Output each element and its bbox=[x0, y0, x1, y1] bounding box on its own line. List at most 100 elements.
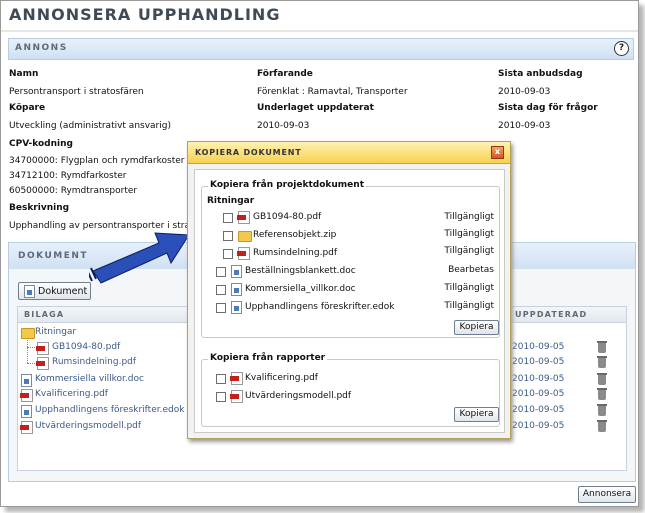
row-name[interactable]: Upphandlingens föreskrifter.edok bbox=[35, 405, 184, 415]
row-date: 2010-09-05 bbox=[512, 342, 565, 352]
item-status: Tillgängligt bbox=[444, 301, 494, 311]
doc-icon bbox=[21, 405, 32, 418]
field-label-underlaget: Underlaget uppdaterat bbox=[257, 103, 374, 113]
row-name[interactable]: Utvärderingsmodell.pdf bbox=[35, 421, 141, 431]
dialog-title: KOPIERA DOKUMENT bbox=[195, 148, 302, 157]
item-checkbox[interactable] bbox=[216, 285, 226, 295]
field-value-underlaget: 2010-09-03 bbox=[257, 121, 310, 131]
field-label-sista-fragor: Sista dag för frågor bbox=[498, 103, 598, 113]
pdf-icon bbox=[20, 389, 33, 402]
dokument-button[interactable]: Dokument bbox=[18, 282, 91, 300]
item-status: Tillgängligt bbox=[444, 212, 494, 222]
pdf-icon bbox=[230, 372, 243, 385]
group-legend: Kopiera från rapporter bbox=[208, 353, 328, 363]
title-divider bbox=[1, 30, 638, 32]
zip-icon bbox=[238, 231, 252, 242]
doc-icon bbox=[231, 265, 242, 278]
item-status: Tillgängligt bbox=[444, 246, 494, 256]
row-name[interactable]: GB1094-80.pdf bbox=[52, 342, 120, 352]
pdf-icon bbox=[237, 211, 250, 224]
row-name[interactable]: Kvalificering.pdf bbox=[35, 389, 108, 399]
dialog-title-bar[interactable]: KOPIERA DOKUMENT x bbox=[188, 142, 510, 164]
trash-icon[interactable] bbox=[597, 373, 607, 385]
close-icon[interactable]: x bbox=[491, 146, 504, 159]
item-name: Kommersiella_villkor.doc bbox=[245, 284, 356, 294]
item-name: GB1094-80.pdf bbox=[253, 212, 322, 222]
trash-icon[interactable] bbox=[597, 388, 607, 400]
tree-connector bbox=[27, 363, 35, 364]
field-value-kopare: Utveckling (administrativt ansvarig) bbox=[9, 121, 171, 131]
column-header-uppdaterad: UPPDATERAD bbox=[515, 310, 588, 319]
tree-connector bbox=[27, 347, 35, 348]
pdf-icon bbox=[20, 421, 33, 434]
item-name: Kvalificering.pdf bbox=[245, 373, 318, 383]
item-status: Bearbetas bbox=[448, 265, 494, 275]
annonsera-button[interactable]: Annonsera bbox=[578, 486, 636, 503]
description-label: Beskrivning bbox=[9, 203, 70, 213]
row-date: 2010-09-05 bbox=[512, 389, 565, 399]
trash-icon[interactable] bbox=[597, 420, 607, 432]
field-label-kopare: Köpare bbox=[9, 103, 46, 113]
kopiera-dokument-dialog: KOPIERA DOKUMENT x Kopiera från projektd… bbox=[187, 141, 511, 439]
row-date: 2010-09-05 bbox=[512, 421, 565, 431]
field-value-sista-fragor: 2010-09-03 bbox=[498, 121, 551, 131]
doc-icon bbox=[21, 374, 32, 387]
field-label-forfarande: Förfarande bbox=[257, 69, 313, 79]
dokument-section-title: DOKUMENT bbox=[18, 251, 89, 261]
item-status: Tillgängligt bbox=[444, 283, 494, 293]
folder-icon bbox=[21, 328, 35, 339]
cpv-label: CPV-kodning bbox=[9, 139, 73, 149]
item-name: Rumsindelning.pdf bbox=[253, 248, 338, 258]
help-icon[interactable]: ? bbox=[614, 41, 629, 56]
item-checkbox[interactable] bbox=[223, 213, 233, 223]
pdf-icon bbox=[230, 390, 243, 403]
arrow-icon bbox=[89, 232, 190, 284]
trash-icon[interactable] bbox=[597, 356, 607, 368]
item-checkbox[interactable] bbox=[216, 267, 226, 277]
rapporter-group: Kopiera från rapporter Kvalificering.pdf… bbox=[201, 353, 500, 427]
field-value-namn: Persontransport i stratosfären bbox=[9, 87, 144, 97]
kopiera-button[interactable]: Kopiera bbox=[454, 407, 499, 422]
item-status: Tillgängligt bbox=[444, 229, 494, 239]
row-date: 2010-09-05 bbox=[512, 374, 565, 384]
item-name: Upphandlingens föreskrifter.edok bbox=[245, 302, 395, 312]
projektdokument-group: Kopiera från projektdokument Ritningar G… bbox=[201, 180, 500, 338]
cpv-code: 60500000: Rymdtransporter bbox=[9, 186, 138, 196]
item-name: Utvärderingsmodell.pdf bbox=[245, 391, 352, 401]
row-date: 2010-09-05 bbox=[512, 405, 565, 415]
pdf-icon bbox=[36, 342, 49, 355]
trash-icon[interactable] bbox=[597, 341, 607, 353]
row-date: 2010-09-05 bbox=[512, 357, 565, 367]
item-name: Referensobjekt.zip bbox=[253, 230, 337, 240]
kopiera-button[interactable]: Kopiera bbox=[454, 320, 499, 335]
item-checkbox[interactable] bbox=[216, 392, 226, 402]
application-window: ANNONSERA UPPHANDLING ANNONS ? Namn Pers… bbox=[0, 0, 639, 507]
item-checkbox[interactable] bbox=[216, 374, 226, 384]
dialog-body: Kopiera från projektdokument Ritningar G… bbox=[194, 169, 505, 433]
item-checkbox[interactable] bbox=[223, 249, 233, 259]
row-name[interactable]: Ritningar bbox=[35, 327, 76, 337]
cpv-code: 34712100: Rymdfarkoster bbox=[9, 171, 127, 181]
field-value-forfarande: Förenklat : Ramavtal, Transporter bbox=[257, 87, 408, 97]
trash-icon[interactable] bbox=[597, 404, 607, 416]
row-name[interactable]: Kommersiella villkor.doc bbox=[35, 374, 144, 384]
annons-section-title: ANNONS bbox=[15, 43, 68, 53]
annons-section-header: ANNONS ? bbox=[8, 38, 634, 60]
document-icon bbox=[24, 285, 35, 298]
cpv-code: 34700000: Flygplan och rymdfarkoster bbox=[9, 156, 185, 166]
pdf-icon bbox=[237, 247, 250, 260]
dokument-button-label: Dokument bbox=[38, 286, 88, 297]
folder-label: Ritningar bbox=[207, 196, 255, 206]
item-checkbox[interactable] bbox=[216, 303, 226, 313]
item-name: Beställningsblankett.doc bbox=[245, 266, 356, 276]
tree-connector bbox=[27, 340, 28, 363]
field-label-sista-anbudsdag: Sista anbudsdag bbox=[498, 69, 583, 79]
field-value-sista-anbudsdag: 2010-09-03 bbox=[498, 87, 551, 97]
doc-icon bbox=[231, 283, 242, 296]
pdf-icon bbox=[36, 357, 49, 370]
group-legend: Kopiera från projektdokument bbox=[208, 180, 366, 190]
column-header-bilaga: BILAGA bbox=[24, 310, 65, 319]
row-name[interactable]: Rumsindelning.pdf bbox=[52, 357, 136, 367]
item-checkbox[interactable] bbox=[223, 231, 233, 241]
page-title: ANNONSERA UPPHANDLING bbox=[9, 5, 281, 24]
